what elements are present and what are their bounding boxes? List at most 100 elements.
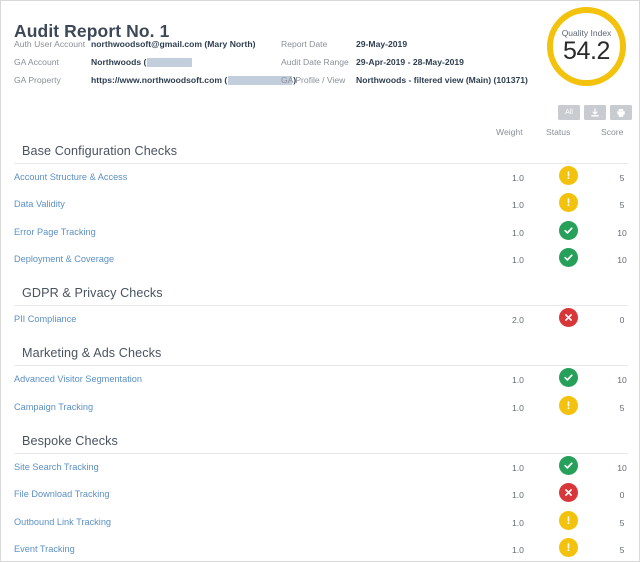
check-section: Bespoke Checks Site Search Tracking 1.0 10 F…	[1, 431, 639, 561]
table-row: Deployment & Coverage 1.0 10	[14, 246, 628, 273]
cell-status	[548, 193, 588, 213]
meta-row: GA Account Northwoods (	[14, 57, 296, 75]
meta-label: Auth User Account	[14, 39, 86, 49]
cell-weight: 1.0	[512, 544, 524, 555]
table-row: Advanced Visitor Segmentation 1.0 10	[14, 366, 628, 393]
cell-weight: 1.0	[512, 517, 524, 528]
cell-status	[548, 483, 588, 503]
check-icon	[558, 247, 578, 267]
meta-value: 29-Apr-2019 - 28-May-2019	[356, 57, 464, 67]
audit-report-page: Audit Report No. 1 Auth User Account nort…	[0, 0, 640, 562]
cell-score: 0	[619, 315, 625, 326]
cell-weight: 1.0	[512, 227, 524, 238]
cell-status	[548, 247, 588, 267]
meta-row: Auth User Account northwoodsoft@gmail.com…	[14, 39, 296, 57]
table-row: Site Search Tracking 1.0 10	[14, 454, 628, 481]
check-icon	[558, 368, 578, 388]
account-meta-left: Auth User Account northwoodsoft@gmail.com…	[14, 39, 296, 93]
download-icon	[590, 107, 600, 118]
column-header-weight: Weight	[496, 127, 523, 137]
cell-score: 5	[619, 173, 625, 183]
filter-all-button[interactable]: All	[558, 105, 580, 120]
warning-icon	[558, 510, 578, 530]
check-name-link[interactable]: Campaign Tracking	[14, 402, 93, 412]
table-row: Data Validity 1.0 5	[14, 191, 628, 218]
cell-status	[548, 456, 588, 476]
quality-index-value: 54.2	[562, 36, 611, 65]
cell-status	[548, 166, 588, 185]
cell-score: 0	[619, 490, 625, 501]
section-title: GDPR & Privacy Checks	[14, 283, 628, 307]
checks-table: Base Configuration Checks Account Structu…	[1, 141, 639, 561]
check-name-link[interactable]: Site Search Tracking	[14, 462, 99, 472]
section-title: Bespoke Checks	[14, 431, 628, 455]
check-name-link[interactable]: PII Compliance	[14, 314, 76, 324]
cell-status	[548, 537, 588, 557]
quality-index-gauge: Quality Index 54.2	[547, 7, 626, 86]
check-name-link[interactable]: Event Tracking	[14, 544, 75, 554]
cell-status	[548, 510, 588, 530]
table-row: Error Page Tracking 1.0 10	[14, 219, 628, 246]
warning-icon	[558, 166, 578, 185]
meta-row: Report Date 29-May-2019	[281, 39, 528, 57]
report-meta-right: Report Date 29-May-2019 Audit Date Range 29…	[281, 39, 528, 93]
table-row: Account Structure & Access 1.0 5	[14, 164, 628, 191]
meta-row: GA Profile / View Northwoods - filtered v…	[281, 75, 528, 93]
meta-row: Audit Date Range 29-Apr-2019 - 28-May-201…	[281, 57, 528, 75]
filter-all-label: All	[565, 109, 573, 116]
table-row: File Download Tracking 1.0 0	[14, 481, 628, 508]
check-name-link[interactable]: Outbound Link Tracking	[14, 517, 111, 527]
warning-icon	[558, 537, 578, 557]
table-row: PII Compliance 2.0 0	[14, 306, 628, 333]
check-name-link[interactable]: Data Validity	[14, 199, 65, 209]
cell-weight: 1.0	[512, 402, 524, 413]
cell-score: 10	[617, 375, 627, 386]
cell-status	[548, 368, 588, 388]
cell-weight: 1.0	[512, 463, 524, 474]
meta-label: GA Profile / View	[281, 75, 346, 85]
check-section: Marketing & Ads Checks Advanced Visitor S…	[1, 343, 639, 421]
report-toolbar: All	[558, 105, 632, 120]
warning-icon	[558, 395, 578, 415]
cell-score: 10	[617, 227, 627, 238]
check-section: Base Configuration Checks Account Structu…	[1, 141, 639, 273]
cell-weight: 2.0	[512, 315, 524, 326]
check-icon	[558, 220, 578, 240]
meta-value: northwoodsoft@gmail.com (Mary North)	[91, 39, 256, 49]
meta-row: GA Property https://www.northwoodsoft.com…	[14, 75, 296, 93]
cell-score: 10	[617, 254, 627, 265]
cell-weight: 1.0	[512, 173, 524, 183]
check-name-link[interactable]: Advanced Visitor Segmentation	[14, 374, 142, 384]
printer-icon	[616, 108, 626, 118]
cell-weight: 1.0	[512, 490, 524, 501]
cell-weight: 1.0	[512, 200, 524, 211]
print-button[interactable]	[610, 105, 632, 120]
column-headers: Weight Status Score	[1, 127, 639, 141]
meta-label: GA Account	[14, 57, 59, 67]
section-title: Marketing & Ads Checks	[14, 343, 628, 367]
check-name-link[interactable]: Error Page Tracking	[14, 227, 96, 237]
check-section: GDPR & Privacy Checks PII Compliance 2.0 0	[1, 283, 639, 333]
warning-icon	[558, 193, 578, 213]
check-name-link[interactable]: Deployment & Coverage	[14, 254, 114, 264]
meta-label: Report Date	[281, 39, 328, 49]
check-name-link[interactable]: File Download Tracking	[14, 489, 110, 499]
meta-value: Northwoods - filtered view (Main) (10137…	[356, 75, 528, 85]
cell-weight: 1.0	[512, 375, 524, 386]
cell-score: 5	[619, 402, 625, 413]
cell-score: 5	[619, 517, 625, 528]
meta-value: 29-May-2019	[356, 39, 408, 49]
check-name-link[interactable]: Account Structure & Access	[14, 172, 127, 182]
table-row: Outbound Link Tracking 1.0 5	[14, 509, 628, 536]
cell-weight: 1.0	[512, 254, 524, 265]
cell-score: 10	[617, 463, 627, 474]
section-title: Base Configuration Checks	[14, 141, 628, 164]
download-button[interactable]	[584, 105, 606, 120]
meta-value: Northwoods (	[91, 57, 193, 67]
check-icon	[558, 456, 578, 476]
cross-icon	[558, 308, 578, 328]
meta-label: GA Property	[14, 75, 61, 85]
column-header-status: Status	[546, 127, 571, 137]
cross-icon	[558, 483, 578, 503]
cell-status	[548, 220, 588, 240]
